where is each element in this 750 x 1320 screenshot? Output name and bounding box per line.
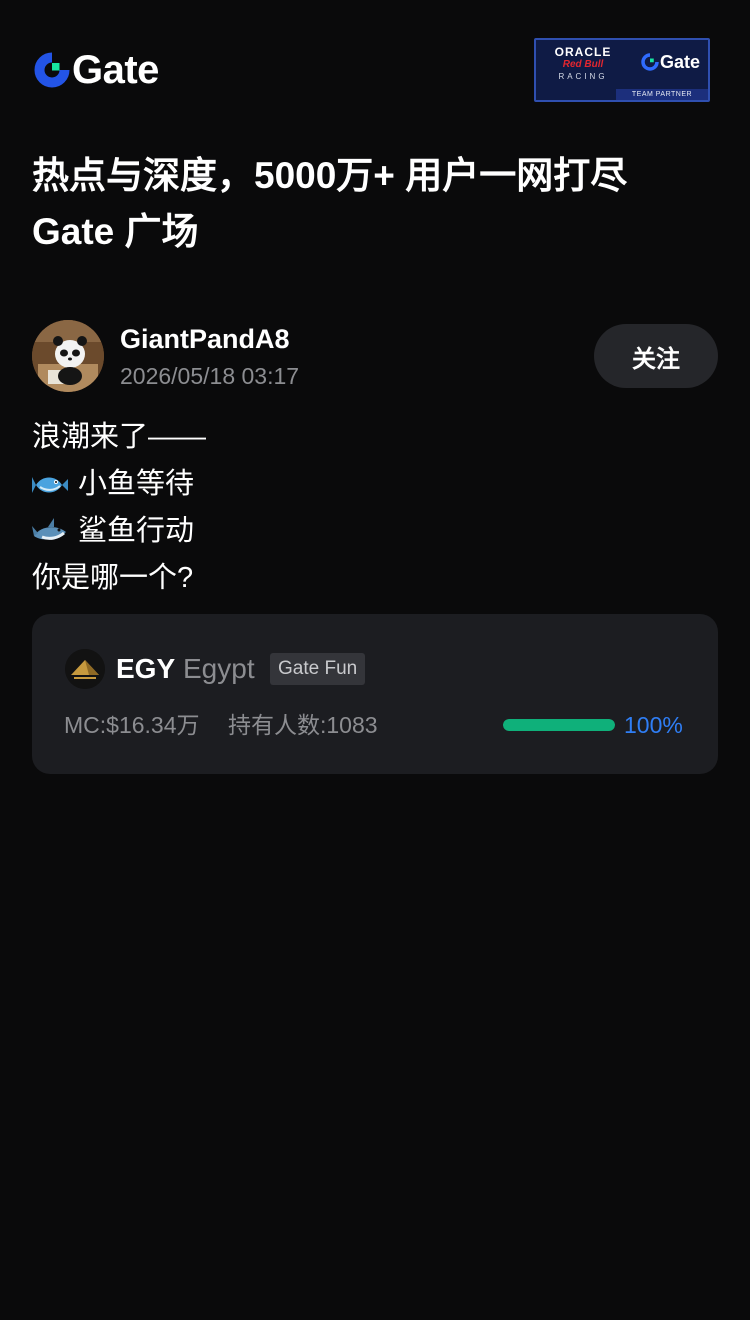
partner-racing-text: RACING bbox=[558, 72, 608, 81]
shark-icon bbox=[32, 517, 66, 540]
post-line: 小鱼等待 bbox=[32, 461, 718, 508]
pyramid-icon bbox=[65, 649, 105, 689]
token-symbol: EGY bbox=[116, 653, 176, 684]
token-logo bbox=[65, 649, 105, 689]
progress-bar-fill bbox=[503, 719, 615, 731]
post-line: 你是哪一个? bbox=[32, 555, 718, 602]
panda-avatar-icon bbox=[32, 320, 104, 392]
headline-line-2: Gate 广场 bbox=[32, 211, 199, 252]
progress-percent: 100% bbox=[624, 712, 683, 738]
partner-redbull-text: Red Bull bbox=[562, 59, 604, 70]
post-line: 浪潮来了—— bbox=[32, 414, 718, 461]
fish-icon bbox=[32, 476, 68, 493]
post-line-text: 鲨鱼行动 bbox=[78, 515, 195, 547]
follow-button[interactable]: 关注 bbox=[594, 324, 718, 388]
post-timestamp: 2026/05/18 03:17 bbox=[120, 363, 300, 389]
post-line-text: 你是哪一个? bbox=[32, 562, 194, 594]
post-body: 浪潮来了—— 小鱼等待 鲨鱼行动 你是哪一个? bbox=[32, 414, 718, 602]
brand-name: Gate bbox=[72, 48, 159, 92]
partner-oracle-text: ORACLE bbox=[554, 45, 612, 59]
avatar[interactable] bbox=[32, 320, 104, 392]
post-line-text: 小鱼等待 bbox=[78, 468, 195, 500]
author-name[interactable]: GiantPandA8 bbox=[120, 322, 290, 356]
gate-logo-icon bbox=[34, 52, 70, 88]
progress-bar bbox=[503, 719, 615, 731]
header: Gate ORACLE Red Bull RACING Gate TEAM PA… bbox=[34, 36, 710, 104]
token-market-cap: MC:$16.34万 bbox=[64, 712, 200, 738]
gate-mini-icon bbox=[641, 53, 659, 71]
post-author: GiantPandA8 2026/05/18 03:17 关注 bbox=[32, 320, 718, 392]
token-card[interactable]: EGY Egypt Gate Fun MC:$16.34万 持有人数:1083 … bbox=[32, 614, 718, 774]
team-partner-label: TEAM PARTNER bbox=[616, 89, 708, 100]
post-line-text: 浪潮来了—— bbox=[32, 421, 207, 453]
partner-gate-text: Gate bbox=[659, 52, 700, 72]
page-headline: 热点与深度，5000万+ 用户一网打尽 Gate 广场 bbox=[32, 148, 722, 260]
token-name: Egypt bbox=[183, 653, 255, 684]
token-platform-tag: Gate Fun bbox=[270, 653, 366, 685]
page: Gate ORACLE Red Bull RACING Gate TEAM PA… bbox=[0, 0, 750, 1320]
headline-line-1: 热点与深度，5000万+ 用户一网打尽 bbox=[32, 155, 628, 196]
team-partner-badge[interactable]: ORACLE Red Bull RACING Gate TEAM PARTNER bbox=[534, 38, 710, 102]
token-holders: 持有人数:1083 bbox=[228, 712, 378, 738]
oracle-redbull-logo: ORACLE Red Bull RACING bbox=[544, 45, 622, 83]
post-line: 鲨鱼行动 bbox=[32, 508, 718, 555]
partner-gate-logo: Gate bbox=[641, 52, 700, 72]
gate-logo[interactable]: Gate bbox=[34, 50, 159, 90]
